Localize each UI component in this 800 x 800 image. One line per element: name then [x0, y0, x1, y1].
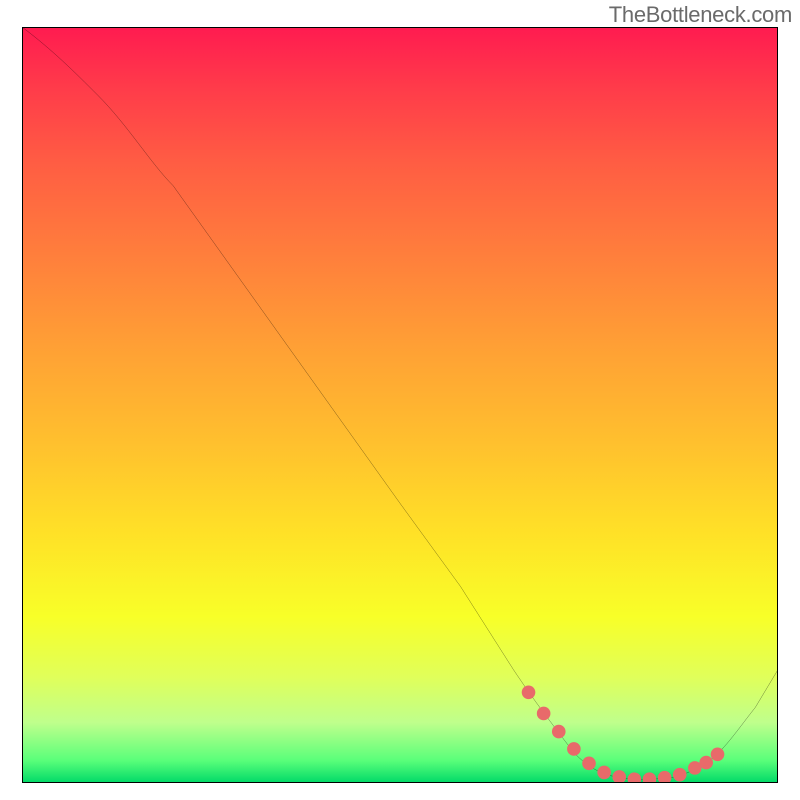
attribution-label: TheBottleneck.com: [609, 2, 792, 28]
chart-container: TheBottleneck.com: [0, 0, 800, 800]
gradient-background: [22, 27, 778, 783]
plot-area: [22, 27, 778, 783]
